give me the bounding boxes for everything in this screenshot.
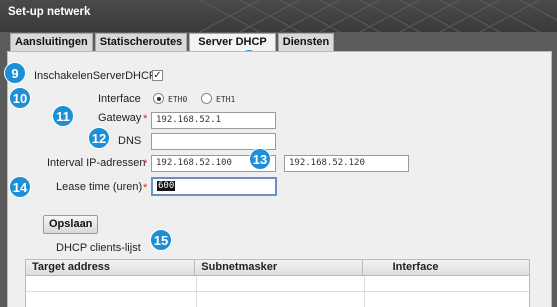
gateway-required-mark: * [143, 113, 148, 125]
lease-time-selected-text: 600 [157, 181, 176, 191]
callout-badge-13: 13 [249, 148, 271, 170]
lease-time-label: Lease time (uren) [56, 181, 143, 193]
column-target-address[interactable]: Target address [26, 260, 196, 275]
tab-bar: Aansluitingen Statischeroutes Server DHC… [10, 33, 335, 51]
table-body [26, 276, 529, 307]
column-divider [196, 276, 197, 307]
ip-range-end-input[interactable]: 192.168.52.120 [284, 155, 409, 172]
ip-range-label: Interval IP-adressen [47, 157, 146, 169]
interface-eth1-radio[interactable] [201, 93, 212, 104]
tab-server-dhcp[interactable]: Server DHCP [189, 33, 276, 51]
dns-label: DNS [118, 135, 142, 147]
enable-dhcp-label: InschakelenServerDHCP [34, 70, 157, 82]
gateway-input[interactable]: 192.168.52.1 [151, 112, 276, 129]
table-row [26, 276, 529, 292]
column-divider [364, 276, 365, 307]
dhcp-clients-table: Target address Subnetmasker Interface [25, 259, 530, 307]
interface-eth1-label: ETH1 [216, 95, 236, 104]
dhcp-clients-title: DHCP clients-lijst [56, 242, 141, 254]
callout-badge-9: 9 [4, 62, 26, 84]
table-header: Target address Subnetmasker Interface [26, 260, 529, 276]
interface-eth0-label: ETH0 [168, 95, 188, 104]
column-interface[interactable]: Interface [363, 260, 529, 275]
interface-label: Interface [98, 93, 141, 105]
callout-badge-11: 11 [52, 105, 74, 127]
lease-time-input[interactable]: 600 [151, 177, 277, 196]
tab-statische-routes[interactable]: Statischeroutes [94, 33, 188, 51]
column-subnetmasker[interactable]: Subnetmasker [195, 260, 363, 275]
enable-dhcp-checkbox[interactable]: ✓ [152, 70, 163, 81]
save-button[interactable]: Opslaan [43, 215, 99, 234]
lease-time-required-mark: * [143, 182, 148, 194]
window-title: Set-up netwerk [8, 6, 91, 18]
gateway-label: Gateway [98, 112, 142, 124]
tab-aansluitingen[interactable]: Aansluitingen [10, 33, 93, 51]
callout-badge-10: 10 [9, 87, 31, 109]
ip-range-required-mark: * [143, 158, 148, 170]
callout-badge-14: 14 [9, 176, 31, 198]
table-row [26, 292, 529, 307]
window-titlebar: Set-up netwerk [0, 0, 557, 32]
callout-badge-12: 12 [88, 127, 110, 149]
tab-diensten[interactable]: Diensten [277, 33, 335, 51]
interface-eth0-radio[interactable] [153, 93, 164, 104]
callout-badge-15: 15 [150, 229, 172, 251]
